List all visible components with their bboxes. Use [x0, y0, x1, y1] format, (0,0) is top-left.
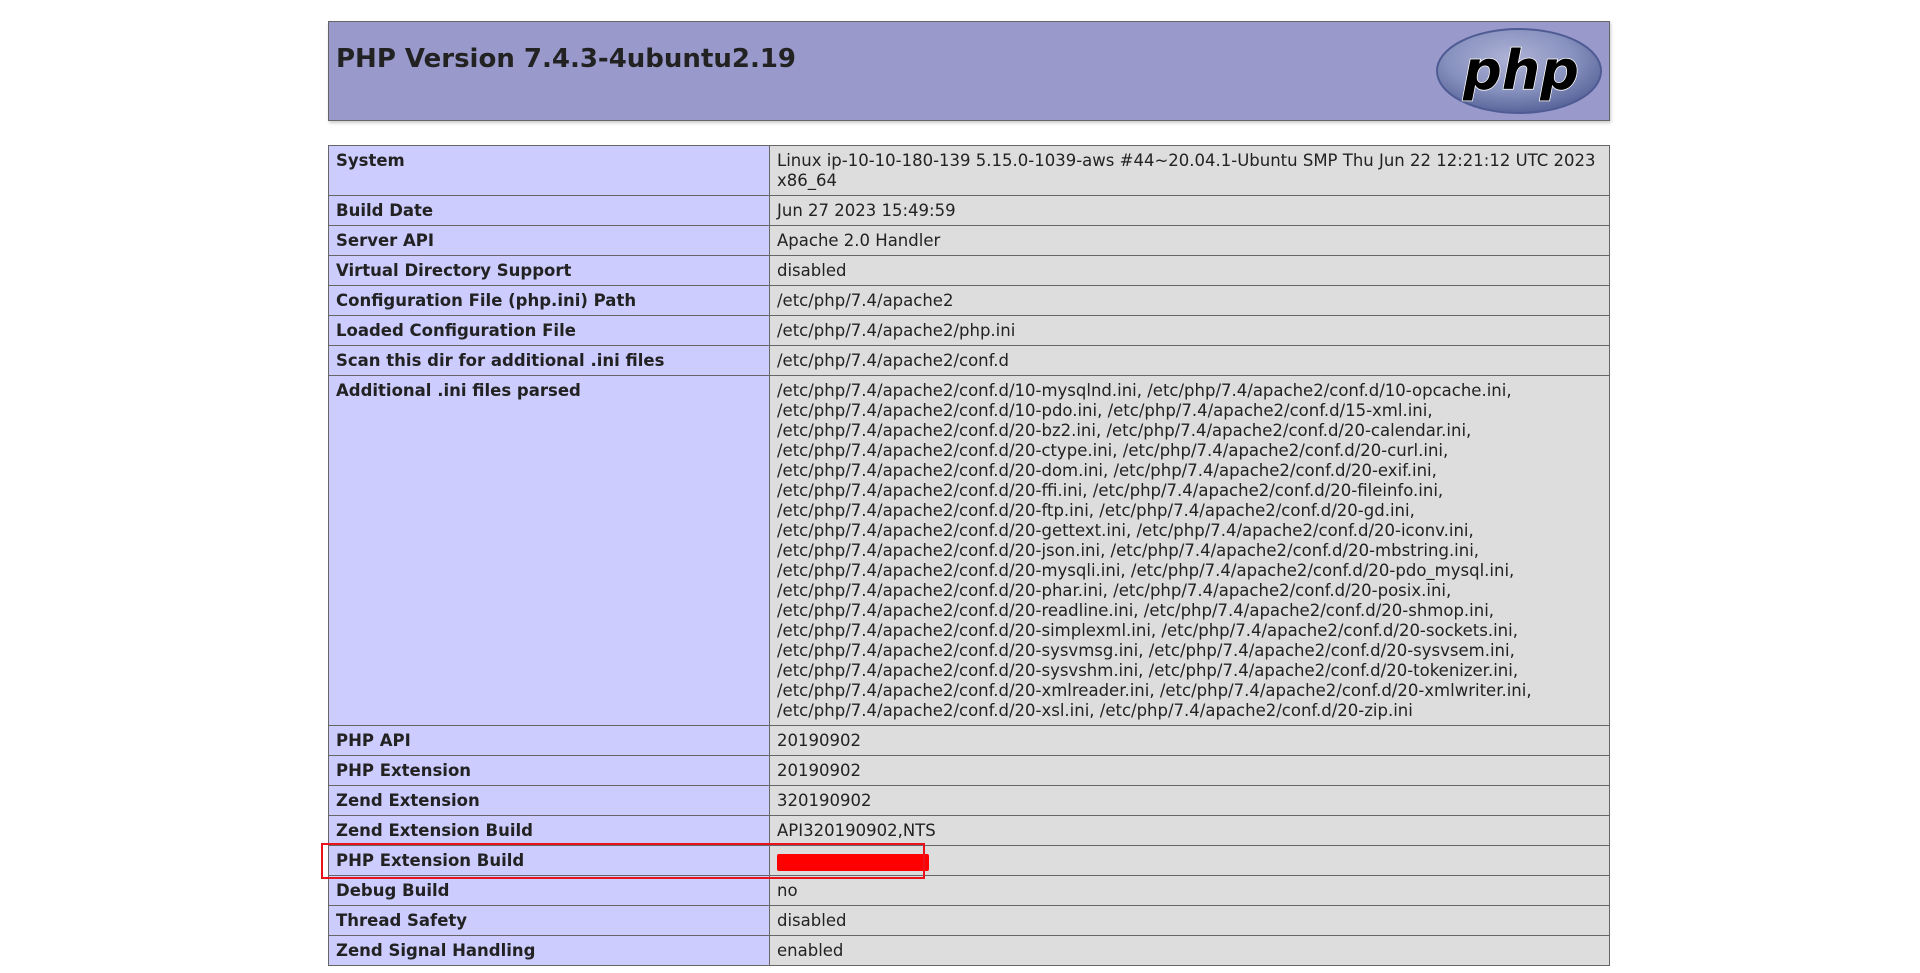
table-row: Build Date Jun 27 2023 15:49:59: [328, 195, 1610, 226]
row-value-virtual-directory-support: disabled: [769, 255, 1610, 286]
php-version-header: PHP Version 7.4.3-4ubuntu2.19 php: [328, 21, 1610, 121]
table-row: Loaded Configuration File /etc/php/7.4/a…: [328, 315, 1610, 346]
row-key-config-file-path: Configuration File (php.ini) Path: [328, 285, 770, 316]
row-value-zend-extension: 320190902: [769, 785, 1610, 816]
table-row: System Linux ip-10-10-180-139 5.15.0-103…: [328, 145, 1610, 196]
table-row: Zend Extension Build API320190902,NTS: [328, 815, 1610, 846]
row-value-additional-ini-files: /etc/php/7.4/apache2/conf.d/10-mysqlnd.i…: [769, 375, 1610, 726]
table-row: Configuration File (php.ini) Path /etc/p…: [328, 285, 1610, 316]
row-value-debug-build: no: [769, 875, 1610, 906]
row-key-debug-build: Debug Build: [328, 875, 770, 906]
row-value-php-extension-build: [769, 845, 1610, 876]
row-key-thread-safety: Thread Safety: [328, 905, 770, 936]
table-row: Thread Safety disabled: [328, 905, 1610, 936]
page-title: PHP Version 7.4.3-4ubuntu2.19: [336, 44, 797, 74]
redaction-bar: [777, 853, 929, 871]
row-value-php-api: 20190902: [769, 725, 1610, 756]
row-value-loaded-config-file: /etc/php/7.4/apache2/php.ini: [769, 315, 1610, 346]
row-key-loaded-config-file: Loaded Configuration File: [328, 315, 770, 346]
table-row: Debug Build no: [328, 875, 1610, 906]
table-row: Virtual Directory Support disabled: [328, 255, 1610, 286]
row-key-php-extension-build: PHP Extension Build: [328, 845, 770, 876]
row-value-system: Linux ip-10-10-180-139 5.15.0-1039-aws #…: [769, 145, 1610, 196]
row-key-php-api: PHP API: [328, 725, 770, 756]
row-key-server-api: Server API: [328, 225, 770, 256]
row-value-server-api: Apache 2.0 Handler: [769, 225, 1610, 256]
phpinfo-page: PHP Version 7.4.3-4ubuntu2.19 php System…: [0, 0, 1920, 973]
row-value-build-date: Jun 27 2023 15:49:59: [769, 195, 1610, 226]
row-value-scan-dir: /etc/php/7.4/apache2/conf.d: [769, 345, 1610, 376]
row-key-additional-ini-files: Additional .ini files parsed: [328, 375, 770, 726]
row-key-virtual-directory-support: Virtual Directory Support: [328, 255, 770, 286]
row-value-thread-safety: disabled: [769, 905, 1610, 936]
row-value-config-file-path: /etc/php/7.4/apache2: [769, 285, 1610, 316]
table-row: PHP Extension Build: [328, 845, 1610, 876]
table-row: Server API Apache 2.0 Handler: [328, 225, 1610, 256]
php-info-table: System Linux ip-10-10-180-139 5.15.0-103…: [328, 145, 1610, 966]
table-row: Additional .ini files parsed /etc/php/7.…: [328, 375, 1610, 726]
row-key-zend-signal-handling: Zend Signal Handling: [328, 935, 770, 966]
row-key-scan-dir: Scan this dir for additional .ini files: [328, 345, 770, 376]
row-key-zend-extension: Zend Extension: [328, 785, 770, 816]
row-key-build-date: Build Date: [328, 195, 770, 226]
table-row: Scan this dir for additional .ini files …: [328, 345, 1610, 376]
php-logo-text: php: [1462, 39, 1579, 102]
row-key-zend-extension-build: Zend Extension Build: [328, 815, 770, 846]
table-row: Zend Signal Handling enabled: [328, 935, 1610, 966]
row-value-php-extension: 20190902: [769, 755, 1610, 786]
row-key-system: System: [328, 145, 770, 196]
table-row: Zend Extension 320190902: [328, 785, 1610, 816]
php-logo[interactable]: php: [1435, 27, 1603, 115]
row-value-zend-extension-build: API320190902,NTS: [769, 815, 1610, 846]
row-value-zend-signal-handling: enabled: [769, 935, 1610, 966]
row-key-php-extension: PHP Extension: [328, 755, 770, 786]
table-row: PHP Extension 20190902: [328, 755, 1610, 786]
table-row: PHP API 20190902: [328, 725, 1610, 756]
